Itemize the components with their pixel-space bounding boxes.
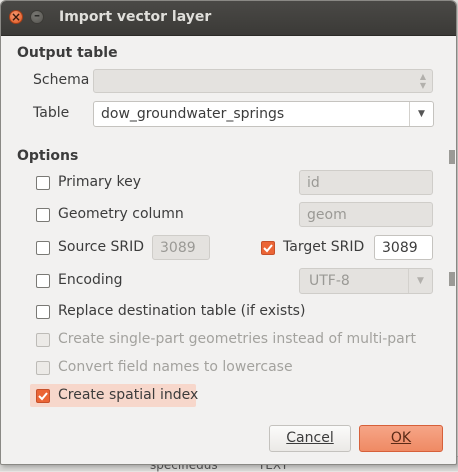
minimize-window-button[interactable]: – xyxy=(30,8,44,24)
replace-table-checkbox[interactable] xyxy=(36,305,50,319)
close-window-button[interactable]: × xyxy=(9,10,23,24)
geometry-column-label[interactable]: Geometry column xyxy=(58,206,184,222)
ok-button[interactable]: OK xyxy=(359,425,443,452)
title-bar: × – Import vector layer xyxy=(1,1,456,36)
cancel-button[interactable]: Cancel xyxy=(269,425,351,452)
encoding-checkbox[interactable] xyxy=(36,274,50,288)
target-srid-checkbox[interactable] xyxy=(261,241,275,255)
spatial-index-checkbox[interactable] xyxy=(36,389,50,403)
dropdown-arrow-icon[interactable]: ▼ xyxy=(409,102,433,126)
dropdown-arrow-icon: ▼ xyxy=(408,269,432,293)
minimize-icon: – xyxy=(34,8,40,22)
geometry-column-field[interactable]: geom xyxy=(299,202,433,227)
output-table-heading: Output table xyxy=(17,45,118,61)
checkmark-icon xyxy=(263,244,273,253)
lowercase-checkbox xyxy=(36,361,50,375)
checkmark-icon xyxy=(38,392,48,401)
background-edge-mark xyxy=(449,150,455,164)
background-edge-mark xyxy=(449,272,455,286)
single-part-checkbox xyxy=(36,333,50,347)
source-srid-field[interactable]: 3089 xyxy=(152,235,210,260)
primary-key-checkbox[interactable] xyxy=(36,176,50,190)
table-combobox-value: dow_groundwater_springs xyxy=(101,106,285,122)
lowercase-label: Convert field names to lowercase xyxy=(58,359,293,375)
geometry-column-checkbox[interactable] xyxy=(36,208,50,222)
primary-key-label[interactable]: Primary key xyxy=(58,174,141,190)
table-label: Table xyxy=(33,105,70,121)
encoding-label[interactable]: Encoding xyxy=(58,272,123,288)
options-heading: Options xyxy=(17,148,79,164)
target-srid-field[interactable]: 3089 xyxy=(374,235,433,260)
target-srid-label[interactable]: Target SRID xyxy=(283,239,364,255)
import-vector-layer-dialog: × – Import vector layer Output table Sch… xyxy=(0,0,457,465)
primary-key-field[interactable]: id xyxy=(299,170,433,195)
schema-label: Schema xyxy=(33,72,90,88)
window-title: Import vector layer xyxy=(59,9,212,25)
source-srid-checkbox[interactable] xyxy=(36,241,50,255)
encoding-combobox[interactable]: UTF-8 ▼ xyxy=(299,268,433,294)
close-icon: × xyxy=(10,10,22,24)
table-combobox[interactable]: dow_groundwater_springs ▼ xyxy=(93,101,434,127)
spin-arrows-icon: ▲ ▼ xyxy=(419,72,426,90)
schema-select[interactable]: ▲ ▼ xyxy=(93,69,433,93)
replace-table-label[interactable]: Replace destination table (if exists) xyxy=(58,303,305,319)
spatial-index-label[interactable]: Create spatial index xyxy=(58,387,198,403)
single-part-label: Create single-part geometries instead of… xyxy=(58,331,416,347)
source-srid-label[interactable]: Source SRID xyxy=(58,239,144,255)
